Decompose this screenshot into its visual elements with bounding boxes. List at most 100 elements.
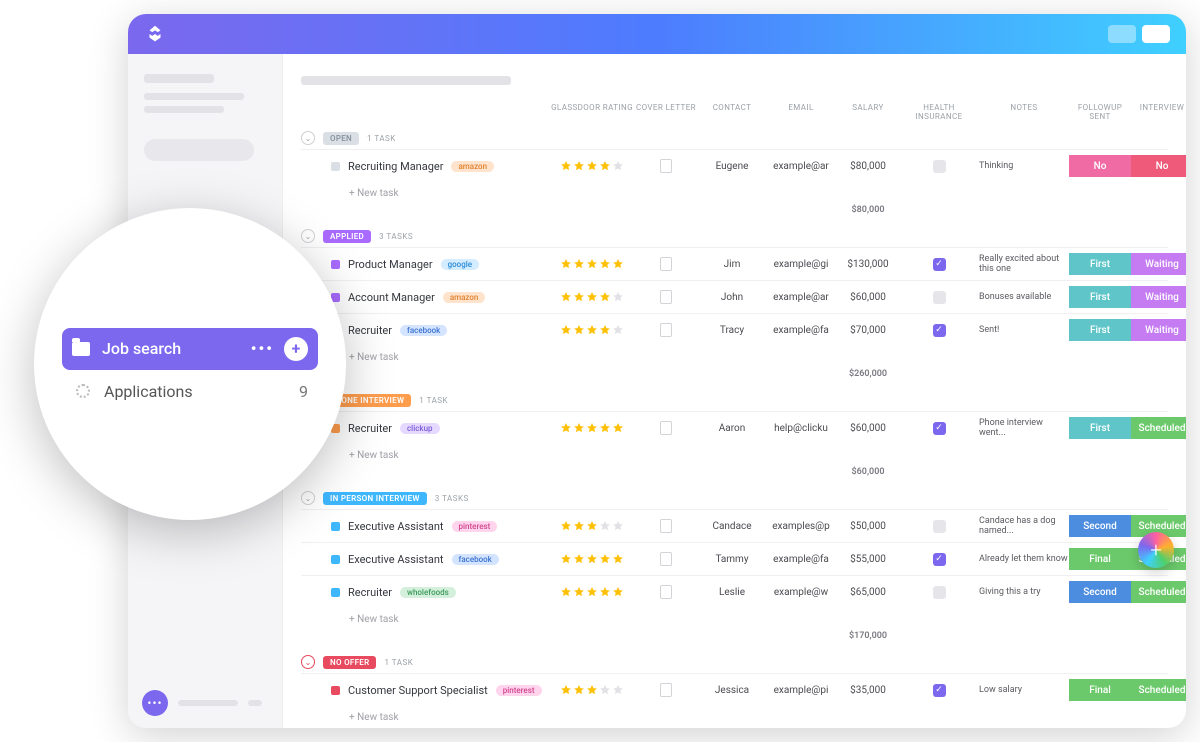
- health-insurance-checkbox[interactable]: [933, 160, 946, 173]
- cover-letter-icon[interactable]: [660, 683, 672, 697]
- column-header[interactable]: GLASSDOOR RATING: [551, 103, 633, 121]
- health-insurance-checkbox[interactable]: [933, 520, 946, 533]
- contact-cell[interactable]: Aaron: [699, 423, 765, 434]
- notes-cell[interactable]: Low salary: [979, 685, 1069, 695]
- column-header[interactable]: SALARY: [837, 103, 899, 121]
- folder-more-icon[interactable]: •••: [251, 339, 274, 358]
- status-label[interactable]: OPEN: [323, 132, 359, 145]
- folder-add-button[interactable]: +: [284, 337, 308, 361]
- company-tag[interactable]: wholefoods: [400, 587, 456, 598]
- salary-cell[interactable]: $60,000: [837, 292, 899, 303]
- company-tag[interactable]: pinterest: [452, 521, 498, 532]
- contact-cell[interactable]: Jim: [699, 259, 765, 270]
- column-header[interactable]: FOLLOWUP SENT: [1069, 103, 1131, 121]
- status-label[interactable]: APPLIED: [323, 230, 371, 243]
- rating-stars[interactable]: [551, 520, 633, 532]
- interview-badge[interactable]: Scheduled: [1131, 417, 1186, 439]
- chat-launcher[interactable]: •••: [142, 690, 262, 716]
- salary-cell[interactable]: $60,000: [837, 423, 899, 434]
- contact-cell[interactable]: Tammy: [699, 554, 765, 565]
- followup-badge[interactable]: First: [1069, 253, 1131, 275]
- list-applications[interactable]: Applications 9: [58, 370, 322, 401]
- notes-cell[interactable]: Really excited about this one: [979, 254, 1069, 275]
- email-cell[interactable]: example@ar: [765, 161, 837, 172]
- cover-letter-icon[interactable]: [660, 552, 672, 566]
- cover-letter-icon[interactable]: [660, 421, 672, 435]
- company-tag[interactable]: facebook: [400, 325, 447, 336]
- status-square-icon[interactable]: [331, 260, 340, 269]
- email-cell[interactable]: help@clicku: [765, 423, 837, 434]
- rating-stars[interactable]: [551, 291, 633, 303]
- interview-badge[interactable]: No: [1131, 155, 1186, 177]
- status-square-icon[interactable]: [331, 522, 340, 531]
- followup-badge[interactable]: Second: [1069, 581, 1131, 603]
- column-header[interactable]: NOTES: [979, 103, 1069, 121]
- status-label[interactable]: NO OFFER: [323, 656, 376, 669]
- interview-badge[interactable]: Scheduled: [1131, 581, 1186, 603]
- email-cell[interactable]: examples@p: [765, 521, 837, 532]
- company-tag[interactable]: amazon: [443, 292, 486, 303]
- health-insurance-checkbox[interactable]: [933, 586, 946, 599]
- contact-cell[interactable]: Leslie: [699, 587, 765, 598]
- status-square-icon[interactable]: [331, 588, 340, 597]
- rating-stars[interactable]: [551, 684, 633, 696]
- email-cell[interactable]: example@fa: [765, 554, 837, 565]
- task-row[interactable]: Executive Assistant pinterest Candace ex…: [301, 509, 1168, 542]
- company-tag[interactable]: google: [441, 259, 479, 270]
- cover-letter-icon[interactable]: [660, 290, 672, 304]
- followup-badge[interactable]: Final: [1069, 548, 1131, 570]
- interview-badge[interactable]: Scheduled: [1131, 679, 1186, 701]
- task-row[interactable]: Customer Support Specialist pinterest Je…: [301, 673, 1168, 706]
- interview-badge[interactable]: Waiting: [1131, 286, 1186, 308]
- rating-stars[interactable]: [551, 324, 633, 336]
- cover-letter-icon[interactable]: [660, 323, 672, 337]
- notes-cell[interactable]: Bonuses available: [979, 292, 1069, 302]
- task-row[interactable]: Recruiter wholefoods Leslie example@w $6…: [301, 575, 1168, 608]
- folder-job-search[interactable]: Job search ••• +: [62, 328, 318, 370]
- health-insurance-checkbox[interactable]: ✓: [933, 324, 946, 337]
- column-header[interactable]: COVER LETTER: [633, 103, 699, 121]
- salary-cell[interactable]: $50,000: [837, 521, 899, 532]
- contact-cell[interactable]: Tracy: [699, 325, 765, 336]
- email-cell[interactable]: example@gi: [765, 259, 837, 270]
- followup-badge[interactable]: Final: [1069, 679, 1131, 701]
- salary-cell[interactable]: $130,000: [837, 259, 899, 270]
- collapse-caret-icon[interactable]: ⌄: [301, 229, 315, 243]
- new-task-button[interactable]: + New task: [301, 608, 1168, 629]
- notes-cell[interactable]: Already let them know: [979, 554, 1069, 564]
- column-header[interactable]: INTERVIEW: [1131, 103, 1186, 121]
- new-task-button[interactable]: + New task: [301, 706, 1168, 727]
- create-fab[interactable]: +: [1138, 532, 1174, 568]
- email-cell[interactable]: example@ar: [765, 292, 837, 303]
- column-header[interactable]: CONTACT: [699, 103, 765, 121]
- task-row[interactable]: Product Manager google Jim example@gi $1…: [301, 247, 1168, 280]
- rating-stars[interactable]: [551, 160, 633, 172]
- contact-cell[interactable]: John: [699, 292, 765, 303]
- cover-letter-icon[interactable]: [660, 585, 672, 599]
- health-insurance-checkbox[interactable]: ✓: [933, 422, 946, 435]
- collapse-caret-icon[interactable]: ⌄: [301, 131, 315, 145]
- task-row[interactable]: Recruiting Manager amazon Eugene example…: [301, 149, 1168, 182]
- column-header[interactable]: [331, 103, 551, 121]
- column-header[interactable]: EMAIL: [765, 103, 837, 121]
- search-pill[interactable]: [144, 139, 254, 161]
- email-cell[interactable]: example@pi: [765, 685, 837, 696]
- health-insurance-checkbox[interactable]: [933, 291, 946, 304]
- health-insurance-checkbox[interactable]: ✓: [933, 258, 946, 271]
- column-header[interactable]: HEALTH INSURANCE: [899, 103, 979, 121]
- salary-cell[interactable]: $70,000: [837, 325, 899, 336]
- task-row[interactable]: Recruiter clickup Aaron help@clicku $60,…: [301, 411, 1168, 444]
- status-square-icon[interactable]: [331, 555, 340, 564]
- rating-stars[interactable]: [551, 553, 633, 565]
- status-square-icon[interactable]: [331, 162, 340, 171]
- collapse-caret-icon[interactable]: ⌄: [301, 491, 315, 505]
- company-tag[interactable]: clickup: [400, 423, 440, 434]
- followup-badge[interactable]: First: [1069, 319, 1131, 341]
- notes-cell[interactable]: Thinking: [979, 161, 1069, 171]
- task-row[interactable]: Recruiter facebook Tracy example@fa $70,…: [301, 313, 1168, 346]
- followup-badge[interactable]: No: [1069, 155, 1131, 177]
- cover-letter-icon[interactable]: [660, 159, 672, 173]
- health-insurance-checkbox[interactable]: ✓: [933, 684, 946, 697]
- interview-badge[interactable]: Waiting: [1131, 253, 1186, 275]
- rating-stars[interactable]: [551, 586, 633, 598]
